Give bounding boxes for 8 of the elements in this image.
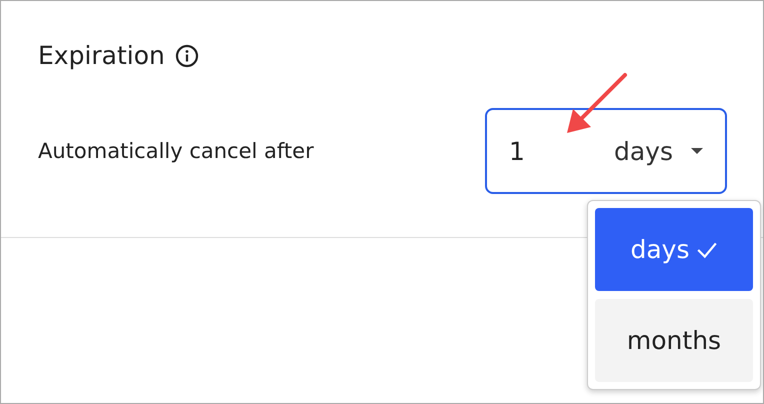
info-icon[interactable]	[174, 44, 199, 68]
menu-option[interactable]: months	[595, 299, 753, 382]
duration-field[interactable]: 1 days	[485, 108, 727, 194]
menu-option[interactable]: days	[595, 208, 753, 291]
section-title: Expiration	[38, 41, 165, 70]
check-icon	[696, 240, 718, 258]
caret-icon	[691, 148, 703, 154]
setting-label: Automatically cancel after	[38, 139, 314, 163]
